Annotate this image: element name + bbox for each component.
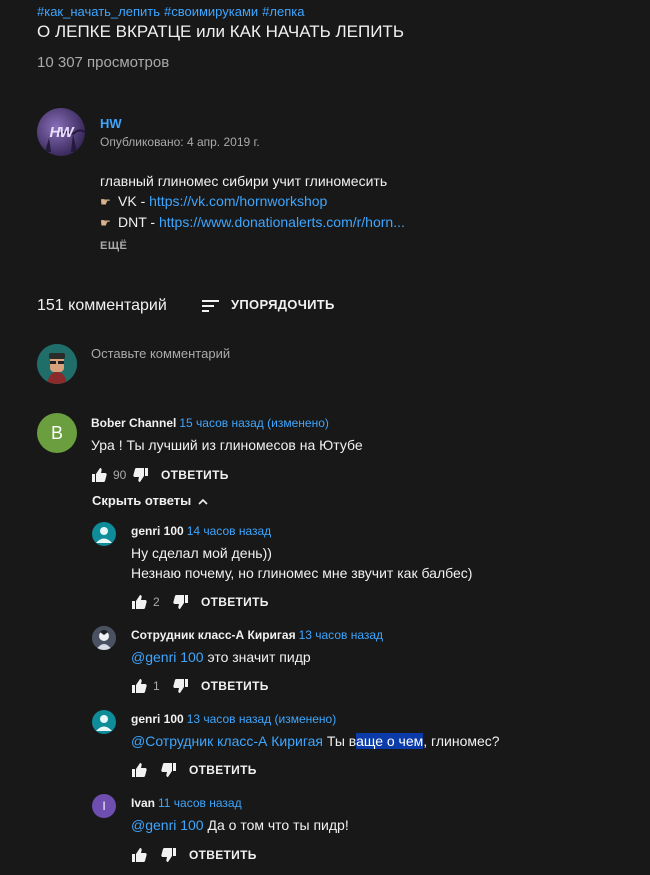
like-count: 1 — [153, 679, 160, 693]
reply-actions: 1 ОТВЕТИТЬ — [131, 676, 269, 696]
mention-link[interactable]: @Сотрудник класс-А Киригая — [131, 733, 323, 749]
reply-actions: 2 ОТВЕТИТЬ — [131, 592, 269, 612]
reply-text-line: Ну сделал мой день)) — [131, 545, 272, 561]
comment-author[interactable]: Bober Channel — [91, 416, 176, 430]
reply-time[interactable]: 13 часов назад (изменено) — [187, 712, 337, 726]
reply-time[interactable]: 11 часов назад — [158, 796, 242, 810]
channel-name[interactable]: HW — [100, 116, 122, 131]
reply-button[interactable]: ОТВЕТИТЬ — [189, 763, 257, 777]
like-icon[interactable] — [131, 594, 147, 610]
commenter-avatar[interactable]: B — [37, 413, 77, 453]
reply-actions: ОТВЕТИТЬ — [131, 760, 257, 780]
comment-header: Bober Channel 15 часов назад (изменено) — [91, 416, 329, 430]
comment-text: Ура ! Ты лучший из глиномесов на Ютубе — [91, 437, 363, 453]
reply-header: genri 100 14 часов назад — [131, 524, 271, 538]
reply-actions: ОТВЕТИТЬ — [131, 845, 257, 865]
description-dnt-line: ☛ DNT - https://www.donationalerts.com/r/… — [100, 212, 405, 233]
default-user-icon — [96, 527, 112, 543]
reply-header: genri 100 13 часов назад (изменено) — [131, 712, 336, 726]
video-title: О ЛЕПКЕ ВКРАТЦЕ или КАК НАЧАТЬ ЛЕПИТЬ — [37, 22, 404, 41]
like-icon[interactable] — [131, 762, 147, 778]
description-vk-line: ☛ VK - https://vk.com/hornworkshop — [100, 191, 405, 212]
avatar-letter: B — [50, 422, 63, 443]
dnt-link[interactable]: https://www.donationalerts.com/r/horn... — [159, 214, 405, 230]
reply-header: Ivan 11 часов назад — [131, 796, 242, 810]
dnt-label: DNT - — [118, 214, 159, 230]
reply-text: @genri 100 Да о том что ты пидр! — [131, 815, 349, 835]
sort-icon[interactable] — [202, 299, 219, 313]
publish-date: Опубликовано: 4 апр. 2019 г. — [100, 135, 260, 149]
channel-avatar-logo: HW — [49, 123, 74, 141]
video-description: главный глиномес сибири учит глиномесить… — [100, 171, 405, 233]
reply-header: Сотрудник класс-А Киригая 13 часов назад — [131, 628, 383, 642]
reply-avatar[interactable]: I — [92, 794, 116, 818]
reply-text-line: Незнаю почему, но глиномес мне звучит ка… — [131, 565, 473, 581]
reply-text-body: это значит пидр — [203, 649, 311, 665]
reply-text-body: , глиномес? — [423, 733, 500, 749]
hide-replies-label: Скрыть ответы — [92, 493, 192, 508]
reply-avatar[interactable] — [92, 626, 116, 650]
reply-text-body: Ты в — [323, 733, 357, 749]
mention-link[interactable]: @genri 100 — [131, 649, 204, 665]
reply-text: @Сотрудник класс-А Киригая Ты ваще о чем… — [131, 731, 500, 751]
selected-text: аще о чем — [356, 733, 424, 749]
reply-button[interactable]: ОТВЕТИТЬ — [201, 679, 269, 693]
comment-count: 151 комментарий — [37, 297, 167, 314]
comment-time[interactable]: 15 часов назад (изменено) — [179, 416, 329, 430]
view-count: 10 307 просмотров — [37, 54, 170, 71]
reply-text-body: Да о том что ты пидр! — [203, 817, 349, 833]
dislike-icon[interactable] — [161, 847, 177, 863]
channel-avatar[interactable]: HW — [37, 108, 85, 156]
chevron-up-icon — [198, 498, 208, 505]
reply-author[interactable]: genri 100 — [131, 712, 184, 726]
comment-input[interactable]: Оставьте комментарий — [91, 346, 230, 361]
anime-avatar-icon — [92, 626, 116, 650]
hashtag-link[interactable]: #лепка — [262, 4, 304, 19]
hashtag-link[interactable]: #своимируками — [164, 4, 258, 19]
hashtag-link[interactable]: #как_начать_лепить — [37, 4, 160, 19]
hashtags: #как_начать_лепить #своимируками #лепка — [37, 4, 308, 19]
description-line: главный глиномес сибири учит глиномесить — [100, 173, 388, 189]
avatar-letter: I — [102, 799, 106, 813]
sort-button[interactable]: УПОРЯДОЧИТЬ — [231, 297, 335, 312]
reply-text: Ну сделал мой день)) Незнаю почему, но г… — [131, 543, 472, 583]
like-count: 90 — [113, 468, 127, 482]
hide-replies-button[interactable]: Скрыть ответы — [92, 493, 208, 508]
user-avatar-icon — [37, 344, 77, 384]
reply-avatar[interactable] — [92, 522, 116, 546]
reply-text: @genri 100 это значит пидр — [131, 647, 311, 667]
show-more-button[interactable]: ЕЩЁ — [100, 240, 127, 252]
reply-time[interactable]: 14 часов назад — [187, 524, 271, 538]
reply-avatar[interactable] — [92, 710, 116, 734]
dislike-icon[interactable] — [173, 594, 189, 610]
reply-button[interactable]: ОТВЕТИТЬ — [201, 595, 269, 609]
user-avatar — [37, 344, 77, 384]
vk-label: VK - — [118, 193, 150, 209]
reply-time[interactable]: 13 часов назад — [299, 628, 383, 642]
reply-author[interactable]: Ivan — [131, 796, 155, 810]
pointing-hand-icon: ☛ — [100, 216, 111, 230]
vk-link[interactable]: https://vk.com/hornworkshop — [149, 193, 327, 209]
pointing-hand-icon: ☛ — [100, 195, 111, 209]
dislike-icon[interactable] — [133, 467, 149, 483]
like-count: 2 — [153, 595, 160, 609]
mention-link[interactable]: @genri 100 — [131, 817, 204, 833]
like-icon[interactable] — [131, 678, 147, 694]
default-user-icon — [96, 715, 112, 731]
dislike-icon[interactable] — [173, 678, 189, 694]
comment-actions: 90 ОТВЕТИТЬ — [91, 465, 229, 485]
like-icon[interactable] — [131, 847, 147, 863]
like-icon[interactable] — [91, 467, 107, 483]
reply-author[interactable]: genri 100 — [131, 524, 184, 538]
dislike-icon[interactable] — [161, 762, 177, 778]
reply-button[interactable]: ОТВЕТИТЬ — [189, 848, 257, 862]
reply-button[interactable]: ОТВЕТИТЬ — [161, 468, 229, 482]
reply-author[interactable]: Сотрудник класс-А Киригая — [131, 628, 296, 642]
